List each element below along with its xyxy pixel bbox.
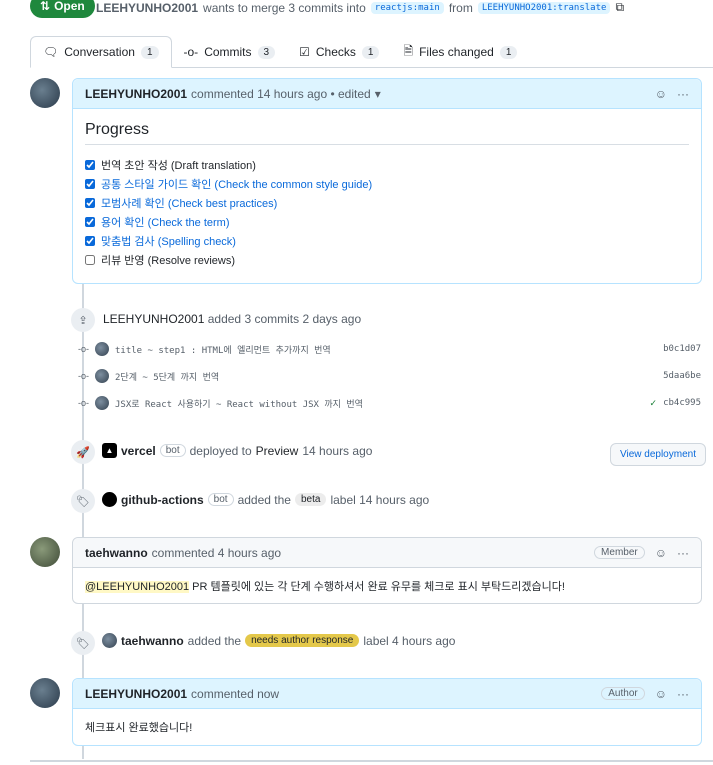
more-icon[interactable]: ··· [677,87,689,101]
copy-icon[interactable]: ⧉ [615,0,624,15]
rocket-icon: 🚀 [71,440,95,464]
checklist-icon: ☑ [299,45,310,59]
task-checkbox[interactable] [85,216,95,227]
comment-box: taehwanno commented 4 hours ago Member ☺ ··… [72,537,702,604]
label-event: github-actions bot added the beta label 14 … [102,492,429,507]
progress-heading: Progress [85,121,689,145]
head-branch[interactable]: LEEHYUNHO2001:translate [477,1,611,14]
pr-summary: LEEHYUNHO2001 wants to merge 3 commits i… [96,0,625,15]
task-checkbox[interactable] [85,235,95,246]
comment-box: LEEHYUNHO2001 commented 14 hours ago • ed… [72,78,702,284]
task-checkbox[interactable] [85,254,95,265]
checklist-item: 번역 초안 작성 (Draft translation) [85,155,689,174]
comment-box: LEEHYUNHO2001 commented now Author ☺ ··· 체크… [72,678,702,746]
task-checkbox[interactable] [85,178,95,189]
commit-sha[interactable]: cb4c995 [663,398,701,408]
push-icon: ⇪ [71,308,95,332]
label-needs-author-response[interactable]: needs author response [245,634,360,647]
checklist: 번역 초안 작성 (Draft translation) 공통 스타일 가이드 확… [85,155,689,269]
pr-tabs: 🗨 Conversation 1 -o- Commits 3 ☑ Checks 1 🗎 Fil… [30,36,713,68]
commit-icon: -o- [78,371,89,381]
view-deployment-button[interactable]: View deployment [610,443,706,466]
commit-icon: -o- [78,344,89,354]
commits-event: LEEHYUNHO2001 added 3 commits 2 days ago [103,312,362,326]
avatar [95,369,109,383]
check-icon: ✓ [649,397,658,408]
avatar[interactable] [30,678,60,708]
commit-row: -o- 2단계 ~ 5단계 까지 번역 5daa6be [78,368,701,384]
commit-message[interactable]: JSX로 React 사용하기 ~ React without JSX 까지 번… [115,397,363,410]
avatar[interactable] [30,537,60,567]
commit-row: -o- JSX로 React 사용하기 ~ React without JSX 까… [78,395,701,411]
commit-message[interactable]: 2단계 ~ 5단계 까지 번역 [115,370,219,383]
tab-conversation[interactable]: 🗨 Conversation 1 [30,36,172,68]
mention[interactable]: @LEEHYUNHO2001 [85,581,190,593]
vercel-logo-icon: ▲ [102,443,117,458]
label-beta[interactable]: beta [294,493,327,506]
comment-icon: 🗨 [43,45,59,59]
base-branch[interactable]: reactjs:main [370,1,444,14]
label-event: taehwanno added the needs author response… [102,633,455,648]
commit-sha[interactable]: 5daa6be [663,371,701,381]
avatar [102,633,117,648]
status-badge: ⇅ Open [30,0,95,18]
checklist-item: 공통 스타일 가이드 확인 (Check the common style gu… [85,174,689,193]
emoji-icon[interactable]: ☺ [655,546,667,560]
commit-sha[interactable]: b0c1d07 [663,344,701,354]
more-icon[interactable]: ··· [677,546,689,560]
file-diff-icon: 🗎 [403,43,414,58]
task-checkbox[interactable] [85,159,95,170]
comment-author[interactable]: LEEHYUNHO2001 [85,87,187,101]
emoji-icon[interactable]: ☺ [655,687,667,701]
pr-author[interactable]: LEEHYUNHO2001 [96,1,198,15]
divider [30,760,713,762]
tab-commits[interactable]: -o- Commits 3 [172,36,288,68]
tag-icon: 🏷 [71,489,95,513]
commit-icon: -o- [78,398,89,408]
commit-message[interactable]: title ~ step1 : HTML에 엘리먼트 추가까지 번역 [115,343,331,356]
avatar [95,342,109,356]
tag-icon: 🏷 [71,631,95,655]
checklist-item: 맞춤법 검사 (Spelling check) [85,231,689,250]
more-icon[interactable]: ··· [677,687,689,701]
pr-open-icon: ⇅ [40,0,51,13]
chevron-down-icon[interactable]: ▾ [375,87,381,101]
checklist-item: 용어 확인 (Check the term) [85,212,689,231]
commit-row: -o-title ~ step1 : HTML에 엘리먼트 추가까지 번역 b0c… [78,341,701,357]
commit-icon: -o- [183,45,199,59]
checklist-item: 리뷰 반영 (Resolve reviews) [85,250,689,269]
tab-files-changed[interactable]: 🗎 Files changed 1 [391,36,529,68]
github-logo-icon [102,492,117,507]
emoji-icon[interactable]: ☺ [655,87,667,101]
deploy-event: ▲ vercel bot deployed to Preview 14 hours a… [102,443,372,458]
tab-checks[interactable]: ☑ Checks 1 [287,36,391,68]
avatar [95,396,109,410]
avatar[interactable] [30,78,60,108]
task-checkbox[interactable] [85,197,95,208]
checklist-item: 모범사례 확인 (Check best practices) [85,193,689,212]
